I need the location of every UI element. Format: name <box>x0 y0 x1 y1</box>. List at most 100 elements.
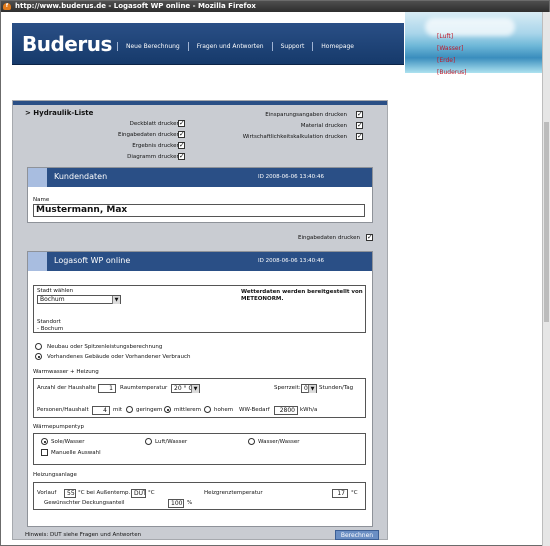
stadt-select-value: Bochum <box>40 296 65 303</box>
print-material-label: Material drucken <box>300 123 347 129</box>
sperrzeit-unit: Stunden/Tag <box>319 385 354 391</box>
header-side-links: [Luft] [Wasser] [Erde] [Buderus] <box>437 31 467 79</box>
print-material-checkbox[interactable]: ✓ <box>356 122 363 129</box>
radio-luft-wasser[interactable] <box>145 438 152 445</box>
berechnen-button[interactable]: Berechnen <box>335 530 379 540</box>
eingabedaten-print-checkbox[interactable]: ✓ <box>366 234 373 241</box>
radio-sole-wasser-label: Sole/Wasser <box>51 439 85 445</box>
print-einsparung-checkbox[interactable]: ✓ <box>356 111 363 118</box>
nav-homepage[interactable]: Homepage <box>312 42 362 51</box>
print-diagramm-checkbox[interactable]: ✓ <box>178 153 185 160</box>
radio-hohem[interactable] <box>204 406 211 413</box>
sperrzeit-select[interactable]: 0 ▼ <box>301 384 317 393</box>
raumtemp-select[interactable]: 20 ° C ▼ <box>171 384 200 393</box>
deckung-label: Gewünschter Deckungsanteil <box>44 500 125 506</box>
wp-title: Wärmepumpentyp <box>33 424 84 430</box>
raumtemp-label: Raumtemperatur <box>120 385 168 391</box>
radio-mittlerem-label: mittlerem <box>174 407 201 413</box>
nav-fragen-antworten[interactable]: Fragen und Antworten <box>187 42 272 51</box>
radio-neubau[interactable] <box>35 343 42 350</box>
radio-luft-wasser-label: Luft/Wasser <box>155 439 188 445</box>
deckung-input[interactable]: 100 <box>168 499 184 508</box>
kundendaten-section: Kundendaten ID 2008-06-06 13:40:46 Name … <box>27 167 373 223</box>
aussentemp-unit: °C <box>148 490 155 496</box>
standort-value: - Bochum <box>37 326 64 332</box>
ww-bedarf-unit: kWh/a <box>300 407 318 413</box>
print-ergebnis-checkbox[interactable]: ✓ <box>178 142 185 149</box>
nav-support[interactable]: Support <box>271 42 313 51</box>
radio-wasser-wasser[interactable] <box>248 438 255 445</box>
page-scrollbar[interactable] <box>542 12 550 546</box>
vorlauf-label: Vorlauf <box>37 490 57 496</box>
standort-label: Standort <box>37 319 61 325</box>
heizgrenz-unit: °C <box>351 490 358 496</box>
window-title-bar: f http://www.buderus.de - Logasoft WP on… <box>1 1 549 12</box>
ww-title: Warmwasser + Heizung <box>33 369 99 375</box>
buderus-logo: Buderus <box>22 32 112 56</box>
hydraulik-liste-link[interactable]: > Hydraulik-Liste <box>25 109 93 117</box>
eingabedaten-print-label: Eingabedaten drucken <box>298 235 360 241</box>
print-ergebnis-label: Ergebnis drucken <box>132 143 180 149</box>
firefox-icon: f <box>3 3 11 10</box>
mit-label: mit <box>113 407 123 413</box>
window-title: http://www.buderus.de - Logasoft WP onli… <box>15 2 256 10</box>
chevron-down-icon: ▼ <box>191 385 199 393</box>
kundendaten-header: Kundendaten ID 2008-06-06 13:40:46 <box>28 168 372 187</box>
haushalte-input[interactable]: 1 <box>98 384 116 393</box>
vorlauf-unit: °C bei Außentemp. <box>78 490 131 496</box>
personen-input[interactable]: 4 <box>92 406 110 415</box>
radio-hohem-label: hohem <box>214 407 234 413</box>
browser-window: f http://www.buderus.de - Logasoft WP on… <box>0 0 550 546</box>
radio-sole-wasser[interactable] <box>41 438 48 445</box>
panel-top-strip <box>13 101 387 105</box>
logasoft-header: Logasoft WP online ID 2008-06-06 13:40:4… <box>28 252 372 271</box>
main-nav: Neue Berechnung Fragen und Antworten Sup… <box>117 42 362 51</box>
heizgrenz-input[interactable]: 17 <box>332 489 348 498</box>
link-luft[interactable]: [Luft] <box>437 31 467 43</box>
scrollbar-thumb[interactable] <box>544 122 549 322</box>
radio-wasser-wasser-label: Wasser/Wasser <box>258 439 300 445</box>
ww-bedarf-input[interactable]: 2800 <box>274 406 298 415</box>
print-deckblatt-label: Deckblatt drucken <box>129 121 180 127</box>
logasoft-title: Logasoft WP online <box>54 256 131 265</box>
radio-neubau-label: Neubau oder Spitzenleistungsberechnung <box>47 344 163 350</box>
stadt-select[interactable]: Bochum ▼ <box>37 295 121 304</box>
chevron-down-icon: ▼ <box>112 296 120 304</box>
print-einsparung-label: Einsparungsangaben drucken <box>265 112 347 118</box>
header-sea-image <box>405 12 549 73</box>
sperrzeit-label: Sperrzeit: <box>274 385 301 391</box>
wetter-text-1: Wetterdaten werden bereitgestellt von <box>241 289 363 295</box>
print-wirtschaft-label: Wirtschaftlichkeitskalkulation drucken <box>242 134 347 140</box>
radio-vorhanden[interactable] <box>35 353 42 360</box>
personen-label: Personen/Haushalt <box>37 407 89 413</box>
brand-header: Buderus Neue Berechnung Fragen und Antwo… <box>12 23 404 65</box>
aussentemp-input[interactable]: DUT <box>131 489 146 498</box>
wetter-text-2: METEONORM. <box>241 296 284 302</box>
manuelle-auswahl-label: Manuelle Auswahl <box>51 450 101 456</box>
vorlauf-input[interactable]: 55 <box>64 489 76 498</box>
deckung-unit: % <box>187 500 193 506</box>
stadt-label: Stadt wählen <box>37 288 74 294</box>
dut-hint: Hinweis: DUT siehe Fragen und Antworten <box>25 532 142 538</box>
radio-vorhanden-label: Vorhandenes Gebäude oder Vorhandener Ver… <box>47 354 191 360</box>
logasoft-section: Logasoft WP online ID 2008-06-06 13:40:4… <box>27 251 373 527</box>
link-buderus[interactable]: [Buderus] <box>437 67 467 79</box>
radio-mittlerem[interactable] <box>164 406 171 413</box>
main-panel: > Hydraulik-Liste Deckblatt drucken ✓ Ei… <box>12 100 388 540</box>
chevron-down-icon: ▼ <box>308 385 316 393</box>
name-input[interactable]: Mustermann, Max <box>33 204 365 217</box>
radio-geringem[interactable] <box>126 406 133 413</box>
print-diagramm-label: Diagramm drucken <box>127 154 180 160</box>
wp-box <box>33 433 366 465</box>
link-erde[interactable]: [Erde] <box>437 55 467 67</box>
manuelle-auswahl-checkbox[interactable] <box>41 449 48 456</box>
link-wasser[interactable]: [Wasser] <box>437 43 467 55</box>
print-wirtschaft-checkbox[interactable]: ✓ <box>356 133 363 140</box>
print-eingabedaten-checkbox[interactable]: ✓ <box>178 131 185 138</box>
nav-neue-berechnung[interactable]: Neue Berechnung <box>117 42 188 51</box>
print-eingabedaten-label: Eingabedaten drucken <box>118 132 180 138</box>
haushalte-label: Anzahl der Haushalte <box>37 385 96 391</box>
logasoft-id: ID 2008-06-06 13:40:46 <box>258 258 325 264</box>
print-deckblatt-checkbox[interactable]: ✓ <box>178 120 185 127</box>
hz-title: Heizungsanlage <box>33 472 77 478</box>
